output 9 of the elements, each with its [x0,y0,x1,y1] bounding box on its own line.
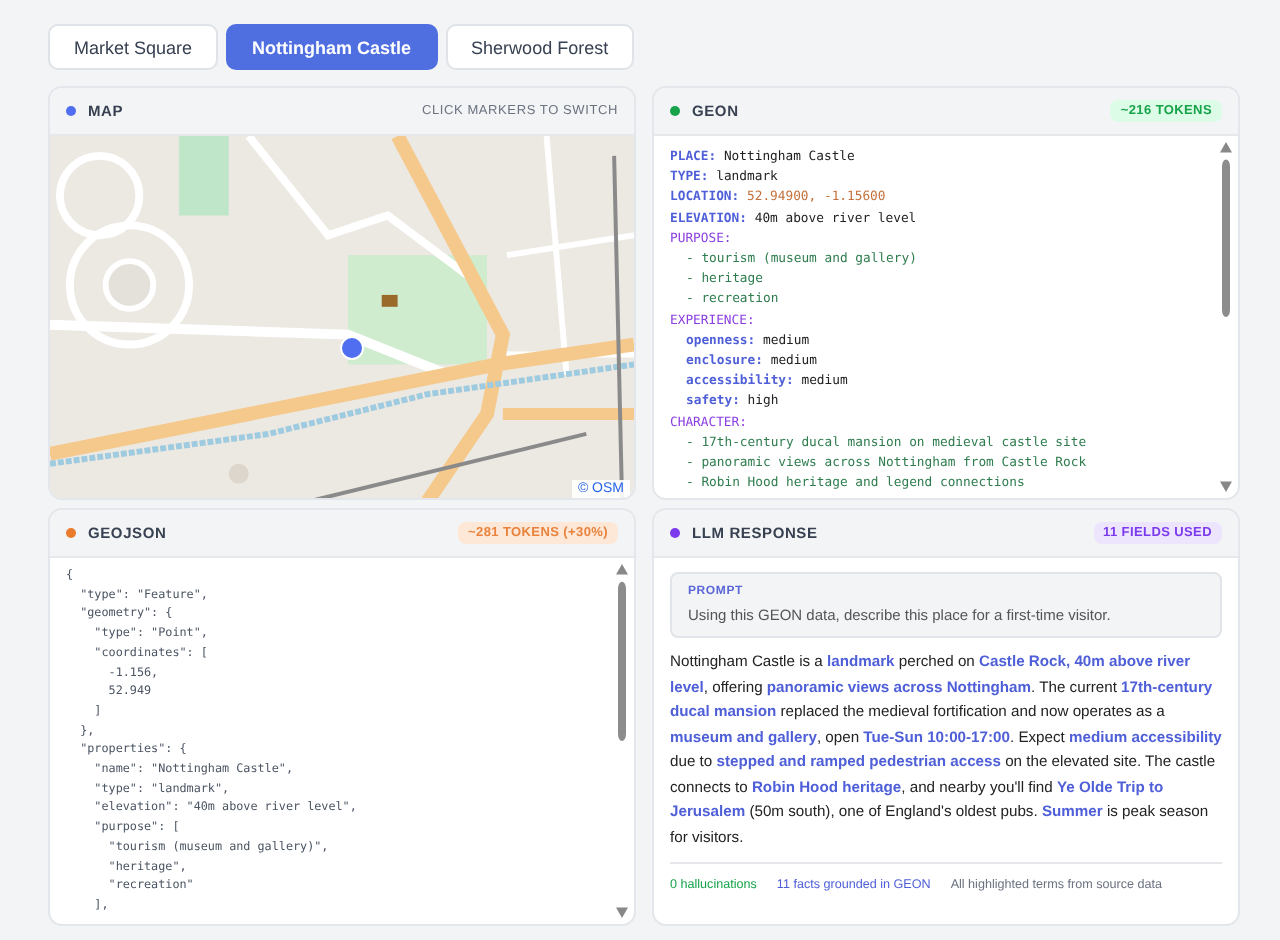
status-dot [66,528,76,538]
location-tab[interactable]: Sherwood Forest [445,24,635,70]
location-tab[interactable]: Market Square [48,24,219,70]
status-dot [670,106,680,116]
scrollbar[interactable] [1220,142,1232,492]
scrollbar[interactable] [616,564,628,918]
status-dot [66,106,76,116]
status-dot [670,528,680,538]
location-tab[interactable]: Nottingham Castle [226,24,438,70]
